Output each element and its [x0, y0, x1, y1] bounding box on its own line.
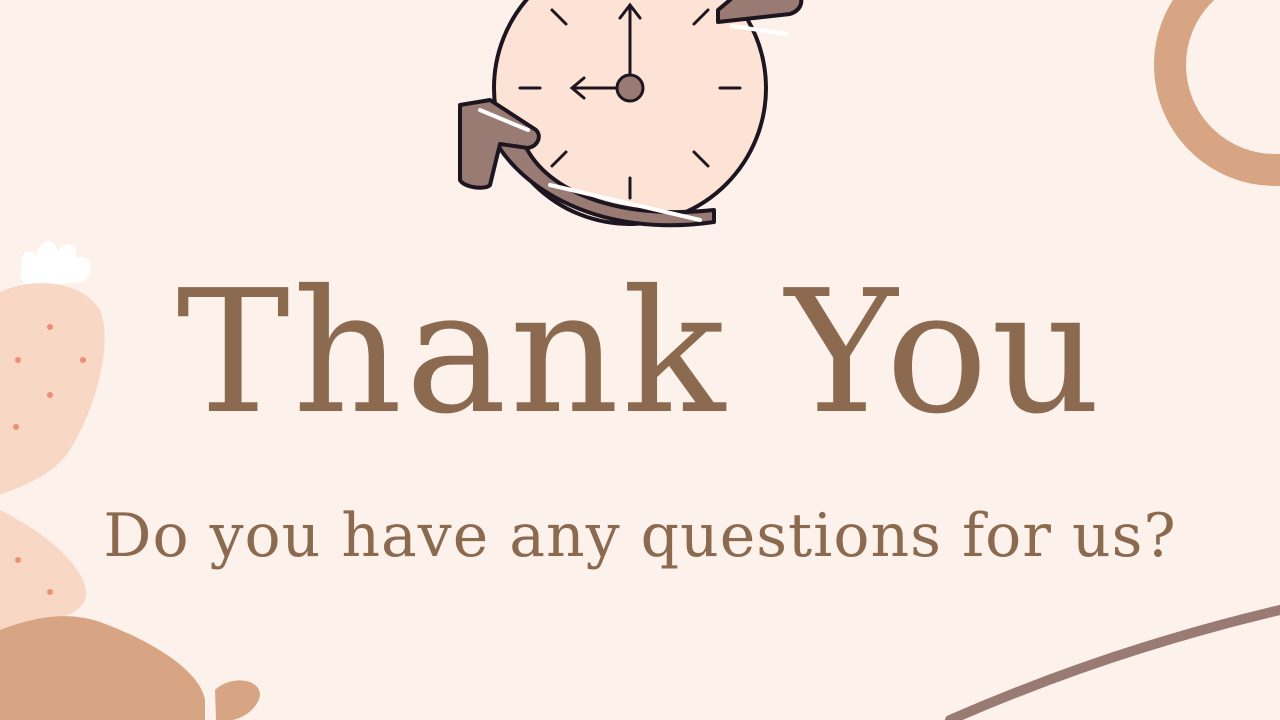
ring-decoration	[1154, 0, 1280, 186]
slide-subtitle: Do you have any questions for us?	[103, 501, 1177, 571]
slide-canvas: Thank You Do you have any questions for …	[0, 0, 1280, 720]
clock-refresh-icon	[458, 0, 804, 228]
diagonal-line-decoration	[945, 605, 1280, 720]
slide-title: Thank You	[176, 254, 1104, 452]
